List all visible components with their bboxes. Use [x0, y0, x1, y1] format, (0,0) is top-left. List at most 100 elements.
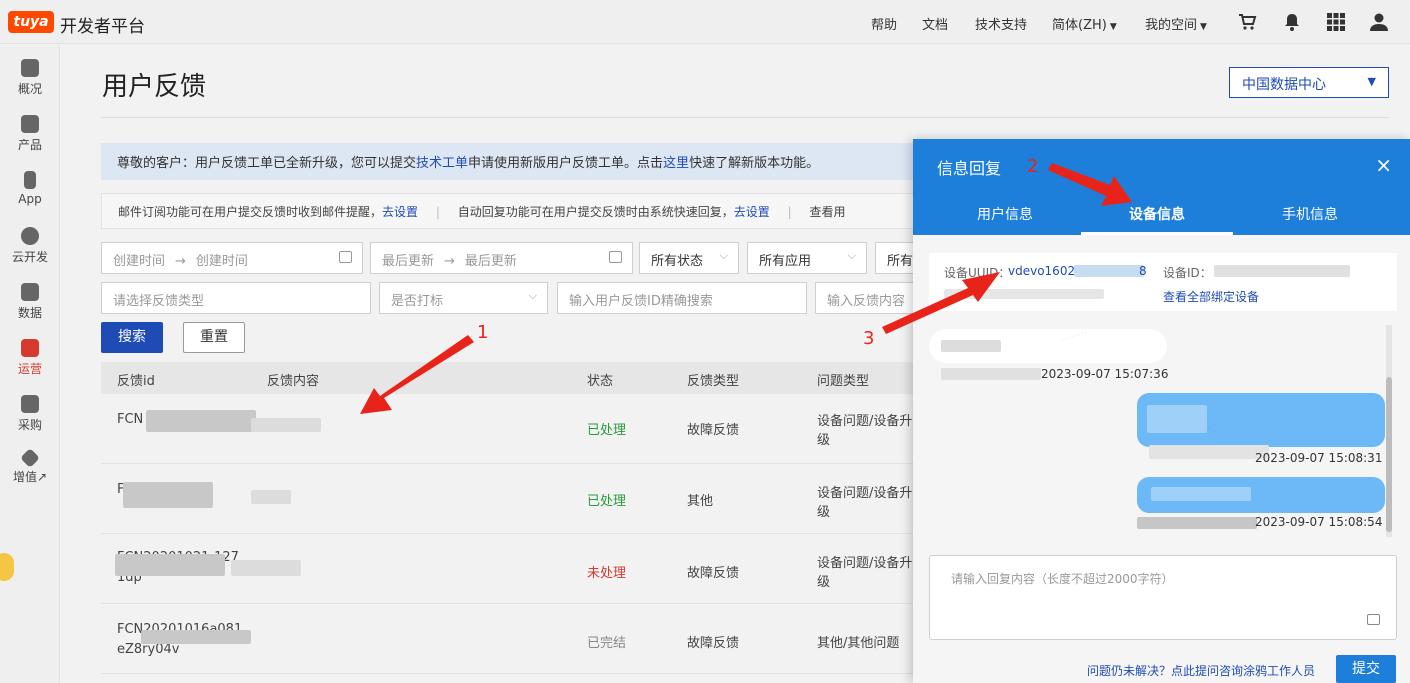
table-row[interactable]: FCN20201016a081 eZ8ry04v 已完结 故障反馈 其他/其他问…: [101, 604, 916, 674]
redacted-block: [1074, 265, 1144, 277]
message-list: 2023-09-07 15:07:36 2023-09-07 15:08:31 …: [929, 325, 1385, 537]
diamond-icon: [20, 448, 40, 468]
feedback-id-wrap: eZ8ry04v: [117, 642, 180, 657]
uuid-label: 设备UUID：: [944, 266, 1011, 280]
sidebar: 概况 产品 App 云开发 数据 运营 采购 增值↗: [0, 45, 60, 683]
updated-time-range[interactable]: 最后更新 → 最后更新: [370, 242, 633, 274]
divider: [101, 117, 1389, 118]
redacted-block: [123, 482, 213, 508]
status-badge: 未处理: [587, 566, 627, 581]
nav-help[interactable]: 帮助: [871, 14, 897, 33]
tab-device-info[interactable]: 设备信息: [1081, 195, 1233, 235]
redacted-block: [941, 340, 1001, 352]
sidebar-item-value-added[interactable]: 增值↗: [0, 448, 60, 485]
close-icon[interactable]: ×: [1375, 153, 1392, 177]
status-badge: 已处理: [587, 494, 627, 509]
issue-type-wrap: 级: [817, 505, 831, 520]
issue-type: 设备问题/设备升: [817, 414, 913, 429]
assistant-avatar[interactable]: [0, 553, 14, 581]
col-content: 反馈内容: [267, 374, 320, 389]
feedback-id-search[interactable]: 输入用户反馈ID精确搜索: [557, 282, 807, 314]
email-settings-link[interactable]: 去设置: [382, 205, 418, 219]
sidebar-item-product[interactable]: 产品: [0, 115, 60, 153]
chevron-down-icon: ⌵: [719, 249, 728, 262]
created-time-range[interactable]: 创建时间 → 创建时间: [101, 242, 363, 274]
user-icon[interactable]: [1369, 12, 1389, 32]
message-bubble-user: [929, 329, 1167, 363]
col-feedback-type: 反馈类型: [687, 374, 740, 389]
content-search[interactable]: 输入反馈内容: [815, 282, 916, 314]
more-select[interactable]: 所有: [875, 242, 915, 274]
auto-reply-settings-link[interactable]: 去设置: [734, 205, 770, 219]
message-scrollbar[interactable]: [1386, 325, 1392, 537]
settings-tips: 邮件订阅功能可在用户提交反馈时收到邮件提醒，去设置 | 自动回复功能可在用户提交…: [101, 193, 921, 229]
reset-button[interactable]: 重置: [183, 322, 245, 353]
tech-ticket-link[interactable]: 技术工单: [416, 156, 468, 171]
nav-tech-support[interactable]: 技术支持: [975, 14, 1027, 33]
message-timestamp: 2023-09-07 15:08:31: [1255, 451, 1383, 465]
issue-type-wrap: 级: [817, 575, 831, 590]
device-id-label: 设备ID：: [1163, 266, 1212, 280]
status-select[interactable]: 所有状态 ⌵: [639, 242, 739, 274]
redacted-block: [1151, 487, 1251, 501]
marked-select[interactable]: 是否打标 ⌵: [379, 282, 548, 314]
redacted-block: [1149, 445, 1269, 459]
table-row[interactable]: FCN20201021-127 1dp 未处理 故障反馈 设备问题/设备升 级: [101, 534, 916, 604]
calendar-icon: [339, 251, 352, 263]
contact-staff-link[interactable]: 问题仍未解决？点此提问咨询涂鸦工作人员: [1087, 662, 1315, 679]
redacted-block: [944, 289, 1104, 299]
sidebar-item-cloud[interactable]: 云开发: [0, 227, 60, 265]
annotation-label-2: 2: [1027, 156, 1039, 177]
image-upload-icon[interactable]: [1367, 614, 1380, 625]
region-select[interactable]: 中国数据中心 ▼: [1229, 67, 1389, 98]
home-icon: [21, 59, 39, 77]
feedback-type: 故障反馈: [687, 423, 740, 438]
drawer-header: 信息回复 × 用户信息 设备信息 手机信息: [913, 139, 1410, 235]
chart-icon: [21, 283, 39, 301]
sidebar-item-data[interactable]: 数据: [0, 283, 60, 321]
message-timestamp: 2023-09-07 15:08:54: [1255, 515, 1383, 529]
calendar-icon: [609, 251, 622, 263]
redacted-block: [251, 418, 321, 432]
issue-type: 设备问题/设备升: [817, 486, 913, 501]
search-button[interactable]: 搜索: [101, 322, 163, 353]
bookmark-icon: [21, 339, 39, 357]
tuya-logo[interactable]: tuya: [8, 11, 54, 33]
tab-phone-info[interactable]: 手机信息: [1234, 195, 1386, 235]
apps-grid-icon[interactable]: [1326, 12, 1346, 32]
sidebar-item-purchase[interactable]: 采购: [0, 395, 60, 433]
terminal-icon: [21, 115, 39, 133]
scrollbar-thumb[interactable]: [1386, 377, 1392, 532]
annotation-label-3: 3: [863, 328, 875, 349]
feedback-type: 其他: [687, 494, 714, 509]
col-feedback-id: 反馈id: [117, 374, 155, 389]
sidebar-item-overview[interactable]: 概况: [0, 59, 60, 97]
tab-user-info[interactable]: 用户信息: [929, 195, 1081, 235]
redacted-block: [251, 490, 291, 504]
submit-button[interactable]: 提交: [1336, 655, 1396, 683]
nav-my-space[interactable]: 我的空间 ▼: [1145, 14, 1207, 33]
cart-icon[interactable]: [1237, 12, 1257, 32]
status-badge: 已完结: [587, 636, 627, 651]
sidebar-item-app[interactable]: App: [0, 171, 60, 206]
view-all-devices-link[interactable]: 查看全部绑定设备: [1163, 288, 1259, 305]
table-row[interactable]: F 已处理 其他 设备问题/设备升 级: [101, 464, 916, 534]
feedback-type-select[interactable]: 请选择反馈类型: [101, 282, 371, 314]
app-select[interactable]: 所有应用 ⌵: [747, 242, 867, 274]
nav-docs[interactable]: 文档: [922, 14, 948, 33]
sidebar-item-operations[interactable]: 运营: [0, 339, 60, 377]
chevron-down-icon: ⌵: [528, 289, 537, 302]
device-uuid-tail: 8: [1139, 264, 1147, 278]
bell-icon[interactable]: [1282, 12, 1302, 32]
table-row[interactable]: FCN 已处理 故障反馈 设备问题/设备升 级: [101, 394, 916, 464]
col-status: 状态: [587, 374, 614, 389]
here-link[interactable]: 这里: [663, 156, 689, 171]
issue-type: 设备问题/设备升: [817, 556, 913, 571]
device-info-card: 设备UUID： vdevo1602 8 设备ID： 查看全部绑定设备: [929, 253, 1397, 311]
message-bubble-staff: [1137, 393, 1385, 447]
drawer-title: 信息回复: [937, 159, 1002, 178]
reply-input[interactable]: 请输入回复内容（长度不超过2000字符）: [929, 555, 1397, 640]
device-uuid[interactable]: vdevo1602: [1008, 264, 1075, 278]
nav-language[interactable]: 简体(ZH) ▼: [1052, 14, 1117, 33]
cloud-icon: [21, 227, 39, 245]
